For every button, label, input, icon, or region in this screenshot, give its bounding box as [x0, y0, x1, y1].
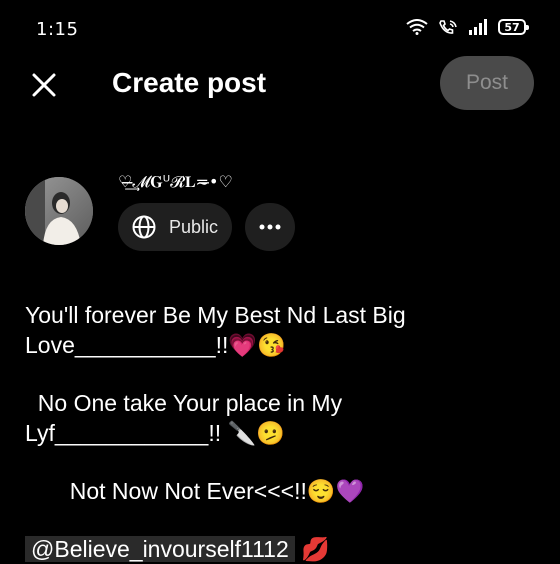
battery-icon: 57: [498, 19, 529, 35]
audience-label: Public: [169, 216, 219, 237]
page-title: Create post: [112, 67, 267, 98]
author-name: ♡̶̶̶͢͢͢𝓜𝐆ᵁ𝓡𝐋≂̶•♡: [118, 172, 233, 191]
status-bar: 1:15 57: [0, 0, 560, 60]
post-line: Lyf____________!! 🔪🫤: [25, 420, 285, 446]
wifi-calling-icon: [439, 20, 457, 34]
battery-level: 57: [504, 20, 520, 34]
avatar-photo: [25, 177, 93, 245]
post-line: No One take Your place in My: [25, 390, 343, 416]
close-button[interactable]: [27, 68, 61, 102]
wifi-icon: [406, 19, 428, 35]
post-button[interactable]: Post: [440, 56, 534, 110]
post-line: Not Now Not Ever<<<!!😌💜: [25, 478, 365, 504]
post-line: Love___________!!💗😘: [25, 332, 286, 358]
post-text-area[interactable]: You'll forever Be My Best Nd Last Big Lo…: [25, 300, 535, 564]
status-time: 1:15: [36, 19, 79, 40]
more-options-button[interactable]: [245, 203, 295, 251]
status-icons: 57: [406, 19, 529, 35]
audience-selector-button[interactable]: Public: [118, 203, 232, 251]
globe-icon: [132, 215, 156, 239]
post-line: You'll forever Be My Best Nd Last Big: [25, 302, 406, 328]
close-icon: [32, 73, 56, 97]
signal-icon: [469, 19, 487, 35]
app-bar: Create post Post: [0, 56, 560, 120]
mention-tail: 💋: [294, 536, 330, 562]
user-mention[interactable]: @Believe_invourself1112: [25, 536, 295, 562]
avatar[interactable]: [25, 177, 93, 245]
more-horizontal-icon: [259, 224, 281, 230]
